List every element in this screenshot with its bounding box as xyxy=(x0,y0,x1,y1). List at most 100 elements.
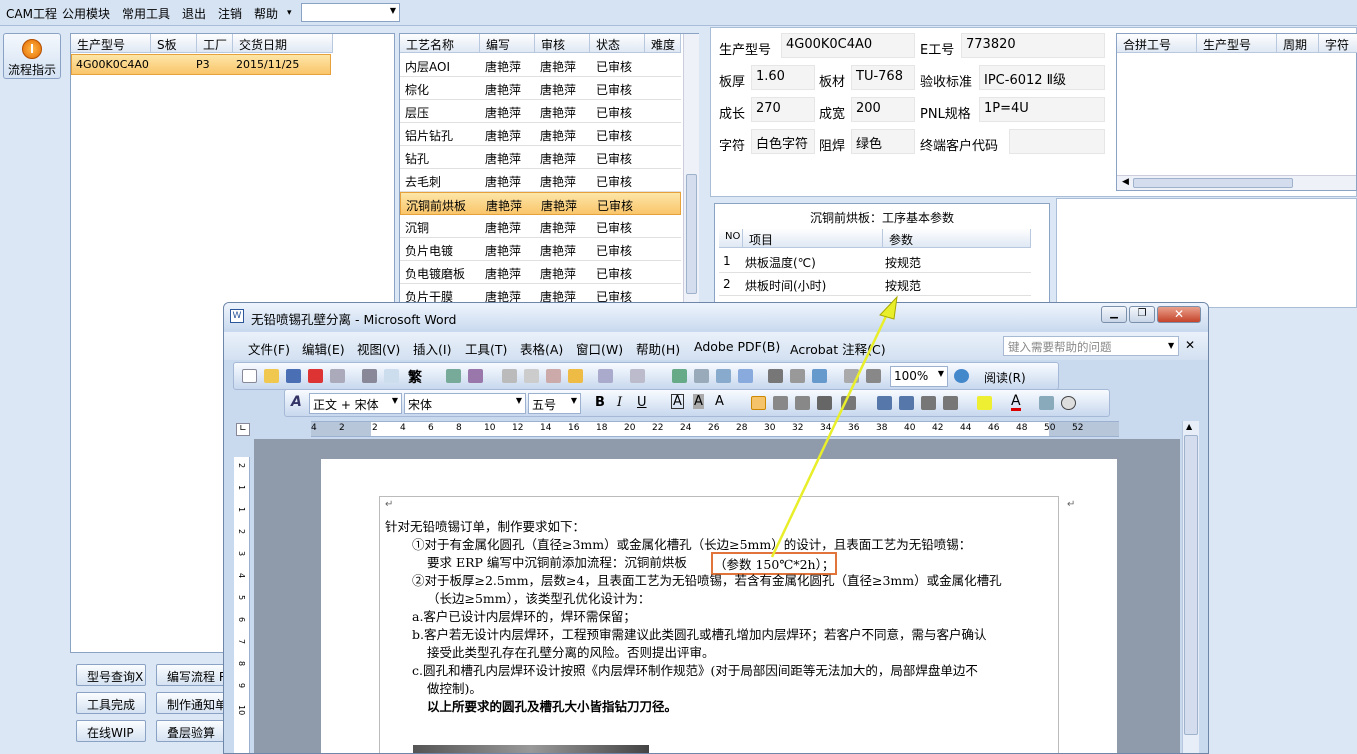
close-icon[interactable]: ✕ xyxy=(1185,338,1195,352)
word-menu-acrobat[interactable]: Acrobat 注释(C) xyxy=(790,339,886,358)
word-menu-table[interactable]: 表格(A) xyxy=(520,339,563,358)
model-query-button[interactable]: 型号查询X xyxy=(76,664,146,686)
format-painter-icon[interactable] xyxy=(568,369,583,383)
close-button[interactable]: ✕ xyxy=(1157,306,1201,323)
copy-icon[interactable] xyxy=(524,369,539,383)
col-merge-char[interactable]: 字符 xyxy=(1319,34,1357,53)
align-right-icon[interactable] xyxy=(795,396,810,410)
increase-indent-icon[interactable] xyxy=(943,396,958,410)
menu-help[interactable]: 帮助 xyxy=(254,5,278,22)
size-select[interactable]: 五号 ▼ xyxy=(528,393,581,414)
vertical-ruler[interactable]: 2 1 1 2 3 4 5 6 7 8 9 10 xyxy=(234,457,250,753)
write-flow-button[interactable]: 编写流程 R xyxy=(156,664,226,686)
tool-complete-button[interactable]: 工具完成 xyxy=(76,692,146,714)
col-reviewer[interactable]: 审核 xyxy=(535,34,590,53)
chevron-down-icon[interactable]: ▼ xyxy=(938,369,944,378)
table-row[interactable]: 去毛刺 唐艳萍 唐艳萍 已审核 xyxy=(400,169,681,192)
table-row[interactable]: 负片电镀 唐艳萍 唐艳萍 已审核 xyxy=(400,238,681,261)
col-s-board[interactable]: S板 xyxy=(151,34,197,53)
document-map-icon[interactable] xyxy=(812,369,827,383)
process-scrollbar[interactable] xyxy=(683,34,699,307)
zoom-select[interactable]: 100% ▼ xyxy=(890,366,948,387)
col-process-name[interactable]: 工艺名称 xyxy=(400,34,480,53)
table-row[interactable]: 1 烘板温度(℃) 按规范 xyxy=(719,250,1031,273)
table-row[interactable]: 铝片钻孔 唐艳萍 唐艳萍 已审核 xyxy=(400,123,681,146)
pnl-field[interactable]: 1P=4U xyxy=(979,97,1105,122)
open-folder-icon[interactable] xyxy=(264,369,279,383)
justify-icon[interactable] xyxy=(817,396,832,410)
help-search-input[interactable]: 键入需要帮助的问题 xyxy=(1003,336,1179,356)
online-wip-button[interactable]: 在线WIP xyxy=(76,720,146,742)
solder-mask-field[interactable]: 绿色 xyxy=(851,129,915,154)
research-icon[interactable] xyxy=(468,369,483,383)
flow-indicator-button[interactable]: 流程指示 xyxy=(3,33,61,79)
bold-icon[interactable]: B xyxy=(595,395,605,410)
minimize-button[interactable]: ▁ xyxy=(1101,306,1127,323)
scroll-left-icon[interactable]: ◀ xyxy=(1122,177,1129,187)
chevron-down-icon[interactable]: ▼ xyxy=(392,396,398,405)
chevron-down-icon[interactable]: ▾ xyxy=(287,8,292,18)
numbering-icon[interactable] xyxy=(877,396,892,410)
tables-borders-icon[interactable] xyxy=(694,369,709,383)
read-button[interactable]: 阅读(R) xyxy=(984,369,1026,386)
table-row[interactable]: 4G00K0C4A0 P3 2015/11/25 xyxy=(71,54,331,75)
new-doc-icon[interactable] xyxy=(242,369,257,383)
menu-logout[interactable]: 注销 xyxy=(218,5,242,22)
thickness-field[interactable]: 1.60 xyxy=(751,65,815,90)
paste-icon[interactable] xyxy=(546,369,561,383)
underline-icon[interactable]: U xyxy=(637,395,647,410)
save-icon[interactable] xyxy=(286,369,301,383)
col-status[interactable]: 状态 xyxy=(590,34,645,53)
scroll-thumb[interactable] xyxy=(686,174,697,294)
table-row[interactable]: 内层AOI 唐艳萍 唐艳萍 已审核 xyxy=(400,54,681,77)
menu-common-tools[interactable]: 常用工具 xyxy=(122,5,170,22)
table-row[interactable]: 2 烘板时间(小时) 按规范 xyxy=(719,273,1031,296)
undo-icon[interactable] xyxy=(598,369,613,383)
standard-field[interactable]: IPC-6012 Ⅱ级 xyxy=(979,65,1105,90)
menu-common-modules[interactable]: 公用模块 xyxy=(62,5,110,22)
col-item[interactable]: 项目 xyxy=(743,229,883,248)
traditional-chinese-button[interactable]: 繁 xyxy=(408,367,422,387)
decrease-indent-icon[interactable] xyxy=(921,396,936,410)
material-field[interactable]: TU-768 xyxy=(851,65,915,90)
align-center-icon[interactable] xyxy=(773,396,788,410)
menu-cam[interactable]: CAM工程 xyxy=(6,5,57,22)
table-row[interactable]: 沉铜前烘板 唐艳萍 唐艳萍 已审核 xyxy=(400,192,681,215)
document-page[interactable]: ↵ ↵ 针对无铅喷锡订单，制作要求如下： ①对于有金属化圆孔（直径≥3mm）或金… xyxy=(321,459,1117,753)
print-preview-icon[interactable] xyxy=(384,369,399,383)
insert-excel-icon[interactable] xyxy=(738,369,753,383)
drawing-icon[interactable] xyxy=(790,369,805,383)
col-param[interactable]: 参数 xyxy=(883,229,1031,248)
character-field[interactable]: 白色字符 xyxy=(751,129,815,154)
col-merge-model[interactable]: 生产型号 xyxy=(1197,34,1277,53)
col-merge-number[interactable]: 合拼工号 xyxy=(1117,34,1197,53)
table-row[interactable]: 棕化 唐艳萍 唐艳萍 已审核 xyxy=(400,77,681,100)
menu-exit[interactable]: 退出 xyxy=(182,5,206,22)
chevron-down-icon[interactable]: ▼ xyxy=(571,396,577,405)
highlight-icon[interactable] xyxy=(977,396,992,410)
print-icon[interactable] xyxy=(362,369,377,383)
table-row[interactable]: 负电镀磨板 唐艳萍 唐艳萍 已审核 xyxy=(400,261,681,284)
col-delivery[interactable]: 交货日期 xyxy=(233,34,333,53)
col-difficulty[interactable]: 难度 xyxy=(645,34,681,53)
customer-code-field[interactable] xyxy=(1009,129,1105,154)
stackup-check-button[interactable]: 叠层验算 xyxy=(156,720,226,742)
table-row[interactable]: 沉铜 唐艳萍 唐艳萍 已审核 xyxy=(400,215,681,238)
scroll-thumb[interactable] xyxy=(1133,178,1293,188)
word-menu-window[interactable]: 窗口(W) xyxy=(576,339,623,358)
char-scale-icon[interactable]: A xyxy=(715,394,724,409)
length-field[interactable]: 270 xyxy=(751,97,815,122)
word-menu-help[interactable]: 帮助(H) xyxy=(636,339,680,358)
word-menu-tools[interactable]: 工具(T) xyxy=(465,339,507,358)
show-hide-icon[interactable] xyxy=(844,369,859,383)
style-select[interactable]: 正文 + 宋体 ▼ xyxy=(309,393,402,414)
line-spacing-icon[interactable] xyxy=(841,396,856,410)
pdf-icon[interactable] xyxy=(308,369,323,383)
redo-icon[interactable] xyxy=(630,369,645,383)
font-color-icon[interactable]: A xyxy=(1011,394,1021,411)
enclose-char-icon[interactable] xyxy=(1061,396,1076,410)
vertical-scrollbar[interactable]: ▲ xyxy=(1182,421,1199,753)
styles-icon[interactable]: A xyxy=(291,394,302,410)
chevron-down-icon[interactable]: ▼ xyxy=(1168,341,1174,350)
bullets-icon[interactable] xyxy=(899,396,914,410)
